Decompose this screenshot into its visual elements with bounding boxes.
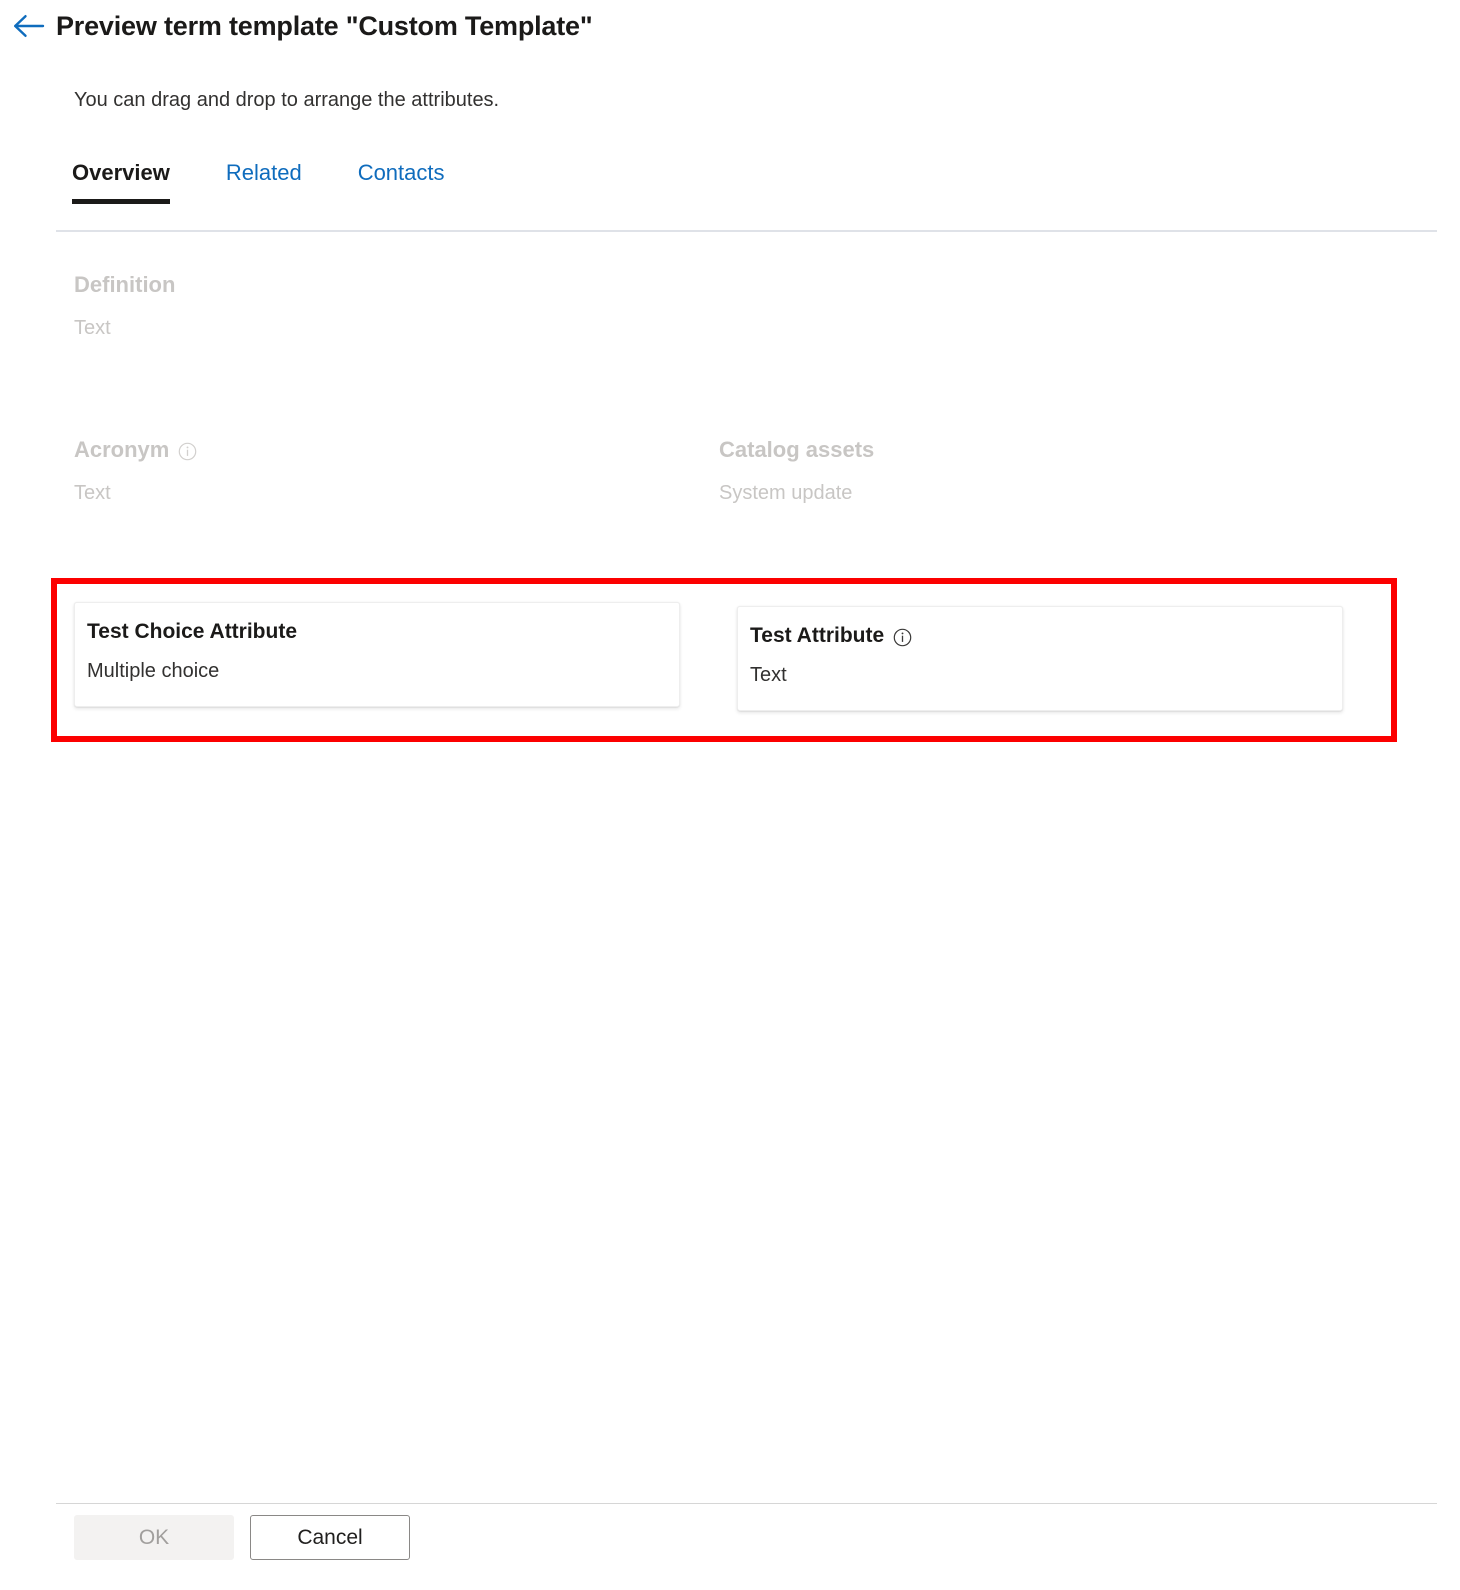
attribute-card-title: Test Choice Attribute bbox=[87, 620, 679, 644]
attribute-card-type: Text bbox=[750, 664, 1342, 687]
field-value: Text bbox=[74, 317, 719, 340]
ok-button[interactable]: OK bbox=[74, 1515, 234, 1560]
field-row: Definition Text bbox=[74, 272, 1408, 340]
attribute-card-title-text: Test Choice Attribute bbox=[87, 620, 297, 644]
tab-list: Overview Related Contacts bbox=[72, 160, 501, 204]
attribute-card-type: Multiple choice bbox=[87, 660, 679, 683]
page-header: Preview term template "Custom Template" bbox=[0, 0, 1460, 52]
field-label: Acronym bbox=[74, 437, 719, 463]
footer-divider bbox=[56, 1503, 1437, 1504]
tab-overview[interactable]: Overview bbox=[72, 160, 170, 204]
footer-actions: OK Cancel bbox=[74, 1515, 410, 1560]
field-label: Catalog assets bbox=[719, 437, 1364, 463]
info-circle-icon[interactable] bbox=[893, 628, 912, 647]
field-label-text: Acronym bbox=[74, 437, 169, 463]
field-label: Definition bbox=[74, 272, 719, 298]
field-label-text: Catalog assets bbox=[719, 437, 874, 463]
page-title: Preview term template "Custom Template" bbox=[56, 11, 592, 42]
tab-contacts[interactable]: Contacts bbox=[358, 160, 445, 204]
tab-related[interactable]: Related bbox=[226, 160, 302, 204]
field-row: Acronym Text Catalog assets System updat… bbox=[74, 437, 1408, 505]
arrow-left-icon bbox=[12, 13, 46, 39]
field-value: Text bbox=[74, 482, 719, 505]
field-acronym: Acronym Text bbox=[74, 437, 719, 505]
tab-strip-divider bbox=[56, 230, 1437, 232]
instruction-text: You can drag and drop to arrange the att… bbox=[74, 89, 499, 112]
info-circle-icon bbox=[178, 442, 197, 461]
attribute-card-title-text: Test Attribute bbox=[750, 624, 884, 648]
attribute-card-test-attribute[interactable]: Test Attribute Text bbox=[737, 606, 1343, 711]
field-catalog-assets: Catalog assets System update bbox=[719, 437, 1364, 505]
disabled-fields-grid: Definition Text Acronym Text Cata bbox=[74, 272, 1408, 505]
field-spacer bbox=[719, 272, 1364, 340]
field-value: System update bbox=[719, 482, 1364, 505]
attribute-card-title: Test Attribute bbox=[750, 624, 1342, 648]
tab-strip: Overview Related Contacts bbox=[56, 160, 1437, 232]
attribute-card-test-choice-attribute[interactable]: Test Choice Attribute Multiple choice bbox=[74, 602, 680, 707]
field-label-text: Definition bbox=[74, 272, 175, 298]
cancel-button[interactable]: Cancel bbox=[250, 1515, 410, 1560]
back-button[interactable] bbox=[6, 3, 52, 49]
field-definition: Definition Text bbox=[74, 272, 719, 340]
